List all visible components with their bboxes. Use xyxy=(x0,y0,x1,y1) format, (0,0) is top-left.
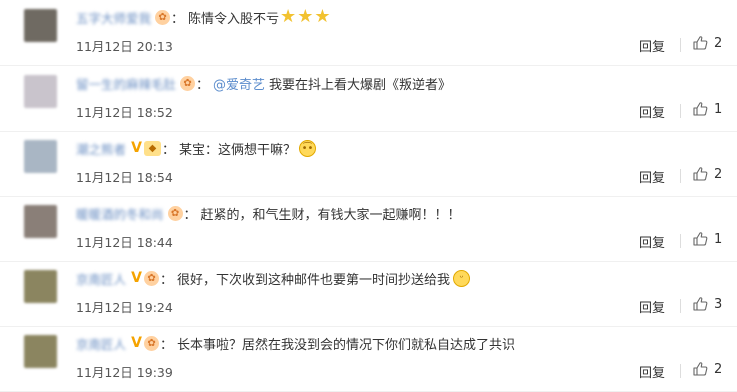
comment-timestamp: 11月12日 18:52 xyxy=(76,105,173,120)
username-link[interactable]: 潮之熊者 xyxy=(76,139,126,158)
reply-button[interactable]: 回复 xyxy=(639,102,665,121)
comment-line: 五字大师爱我 ✿ ： 陈情令入股不亏 ★ ★ ★ xyxy=(76,6,727,28)
thumbs-up-icon xyxy=(693,297,708,311)
colon: ： xyxy=(171,11,185,27)
like-button[interactable]: 2 xyxy=(692,358,722,380)
reply-button[interactable]: 回复 xyxy=(639,36,665,55)
comment-text: 很好，下次收到这种邮件也要第一时间抄送给我 xyxy=(177,272,451,288)
vip-badge-icon: ✿ xyxy=(167,205,183,221)
comment-timestamp: 11月12日 19:39 xyxy=(76,365,173,380)
thinking-face-icon: •͡• xyxy=(299,139,317,157)
like-count: 1 xyxy=(714,101,723,117)
username-link[interactable]: 京南匠人 xyxy=(76,269,126,288)
like-button[interactable]: 1 xyxy=(692,98,722,120)
like-button[interactable]: 2 xyxy=(692,163,722,185)
avatar[interactable] xyxy=(24,205,57,238)
mention-link[interactable]: @爱奇艺 xyxy=(213,74,265,93)
comment-item: 京南匠人 V ✿ ： 长本事啦？居然在我没到会的情况下你们就私自达成了共识 11月… xyxy=(0,326,737,392)
like-button[interactable]: 1 xyxy=(692,228,722,250)
comment-timestamp: 11月12日 20:13 xyxy=(76,39,173,54)
star-icon: ★ xyxy=(280,6,297,27)
comment-item: 京南匠人 V ✿ ： 很好，下次收到这种邮件也要第一时间抄送给我 ᵕ 11月12日… xyxy=(0,261,737,327)
comment-text: 赶紧的，和气生财，有钱大家一起赚啊！！！ xyxy=(200,207,461,223)
like-count: 3 xyxy=(714,296,723,312)
comment-text: 某宝：这俩想干嘛？ xyxy=(179,142,297,158)
username-link[interactable]: 暖暖酒的冬和尚 xyxy=(76,204,164,223)
username-link[interactable]: 五字大师爱我 xyxy=(76,8,151,27)
colon: ： xyxy=(196,77,210,93)
comment-line: 京南匠人 V ✿ ： 长本事啦？居然在我没到会的情况下你们就私自达成了共识 xyxy=(76,332,727,354)
reply-button[interactable]: 回复 xyxy=(639,232,665,251)
colon: ： xyxy=(160,337,174,353)
comment-line: 潮之熊者 V ◆ ： 某宝：这俩想干嘛？ •͡• xyxy=(76,137,727,159)
avatar[interactable] xyxy=(24,9,57,42)
vip-badge-icon: ✿ xyxy=(155,9,171,25)
comment-line: 京南匠人 V ✿ ： 很好，下次收到这种邮件也要第一时间抄送给我 ᵕ xyxy=(76,267,727,289)
vip-badge-icon: ✿ xyxy=(144,335,160,351)
comment-item: 五字大师爱我 ✿ ： 陈情令入股不亏 ★ ★ ★ 11月12日 20:13 回复 2 xyxy=(0,0,737,66)
reply-button[interactable]: 回复 xyxy=(639,167,665,186)
comment-timestamp: 11月12日 19:24 xyxy=(76,300,173,315)
like-count: 2 xyxy=(714,361,723,377)
colon: ： xyxy=(183,207,197,223)
comment-timestamp: 11月12日 18:44 xyxy=(76,235,173,250)
thumbs-up-icon xyxy=(693,167,708,181)
comment-item: 暖暖酒的冬和尚 ✿ ： 赶紧的，和气生财，有钱大家一起赚啊！！！ 11月12日 … xyxy=(0,196,737,262)
username-link[interactable]: 京南匠人 xyxy=(76,334,126,353)
comment-line: 留一生的麻辣毛肚 ✿ ： @爱奇艺 我要在抖上看大爆剧《叛逆者》 xyxy=(76,72,727,94)
username-link[interactable]: 留一生的麻辣毛肚 xyxy=(76,74,176,93)
comment-list: 五字大师爱我 ✿ ： 陈情令入股不亏 ★ ★ ★ 11月12日 20:13 回复 2… xyxy=(0,0,737,392)
like-button[interactable]: 3 xyxy=(692,293,722,315)
comment-text: 长本事啦？居然在我没到会的情况下你们就私自达成了共识 xyxy=(177,337,516,353)
fan-badge-icon: ◆ xyxy=(144,140,162,156)
verified-v-icon: V xyxy=(131,270,142,286)
divider xyxy=(680,364,681,378)
like-count: 1 xyxy=(714,231,723,247)
comment-item: 留一生的麻辣毛肚 ✿ ： @爱奇艺 我要在抖上看大爆剧《叛逆者》 11月12日 … xyxy=(0,66,737,132)
colon: ： xyxy=(160,272,174,288)
verified-v-icon: V xyxy=(131,140,142,156)
cat-face-icon: ᵕ xyxy=(453,269,471,287)
comment-text: 陈情令入股不亏 xyxy=(188,11,280,27)
star-icon: ★ xyxy=(314,6,331,27)
thumbs-up-icon xyxy=(693,232,708,246)
divider xyxy=(680,169,681,183)
like-count: 2 xyxy=(714,166,723,182)
reply-button[interactable]: 回复 xyxy=(639,297,665,316)
divider xyxy=(680,234,681,248)
star-icon: ★ xyxy=(297,6,314,27)
like-count: 2 xyxy=(714,35,723,51)
avatar[interactable] xyxy=(24,335,57,368)
thumbs-up-icon xyxy=(693,362,708,376)
comment-item: 潮之熊者 V ◆ ： 某宝：这俩想干嘛？ •͡• 11月12日 18:54 回复 … xyxy=(0,131,737,197)
avatar[interactable] xyxy=(24,75,57,108)
divider xyxy=(680,104,681,118)
comment-timestamp: 11月12日 18:54 xyxy=(76,170,173,185)
vip-badge-icon: ✿ xyxy=(144,270,160,286)
divider xyxy=(680,299,681,313)
vip-badge-icon: ✿ xyxy=(180,75,196,91)
divider xyxy=(680,38,681,52)
colon: ： xyxy=(162,142,176,158)
thumbs-up-icon xyxy=(693,102,708,116)
avatar[interactable] xyxy=(24,140,57,173)
comment-line: 暖暖酒的冬和尚 ✿ ： 赶紧的，和气生财，有钱大家一起赚啊！！！ xyxy=(76,202,727,224)
comment-text: 我要在抖上看大爆剧《叛逆者》 xyxy=(269,77,452,93)
reply-button[interactable]: 回复 xyxy=(639,362,665,381)
verified-v-icon: V xyxy=(131,335,142,351)
like-button[interactable]: 2 xyxy=(692,32,722,54)
thumbs-up-icon xyxy=(693,36,708,50)
avatar[interactable] xyxy=(24,270,57,303)
